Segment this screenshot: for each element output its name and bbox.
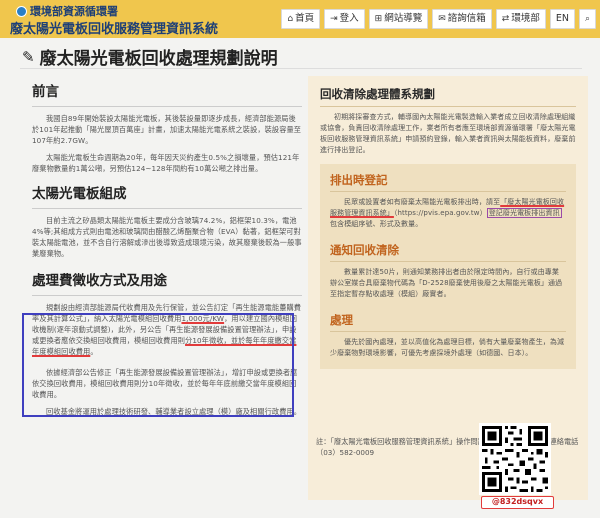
search-button[interactable]: ⌕ [578, 9, 596, 29]
page-title: ✎ 廢太陽光電板回收處理規劃說明 [22, 44, 278, 70]
register-discharge-link[interactable]: 登記廢光電板排出資訊 [486, 208, 562, 218]
nav-moenv-button[interactable]: ⇄ 環境部 [495, 9, 546, 29]
composition-heading: 太陽光電板組成 [32, 186, 127, 202]
agency-logo-icon [16, 5, 27, 17]
preface-divider [32, 106, 302, 107]
qr-handle-badge: @832dsqvx [481, 496, 554, 509]
nav-login-button[interactable]: ⇥ 登入 [324, 9, 365, 29]
qr-code-icon [479, 423, 551, 495]
nav-mailbox-button[interactable]: ✉ 諮詢信箱 [432, 9, 492, 29]
notify-heading: 通知回收清除 [330, 243, 399, 257]
nav-mailbox-label: 諮詢信箱 [447, 13, 486, 24]
registration-paragraph: 民眾或設置者如有廢棄太陽能光電板排出時，請至「廢太陽光電板回收服務管理資訊系統」… [330, 197, 566, 230]
fee-heading: 處理費徵收方式及用途 [32, 273, 167, 289]
link-icon: ⇄ [501, 14, 510, 24]
preface-paragraph-2: 太陽能光電板生命週期為20年，每年因天災約產生0.5%之損壞量，預估121年廢棄… [32, 153, 300, 173]
nav-login-label: 登入 [339, 13, 359, 24]
nav-sitemap-button[interactable]: ⊞ 網站導覽 [368, 9, 429, 29]
top-nav: ⌂ 首頁 ⇥ 登入 ⊞ 網站導覽 ✉ 諮詢信箱 ⇄ 環境部 EN ⌕ [281, 9, 596, 29]
recycling-system-heading: 回收清除處理體系規劃 [320, 87, 435, 101]
registration-url[interactable]: （https://pvis.epa.gov.tw） [394, 209, 487, 217]
process-steps-box: 排出時登記 民眾或設置者如有廢棄太陽能光電板排出時，請至「廢太陽光電板回收服務管… [320, 164, 576, 369]
preface-heading: 前言 [32, 84, 59, 100]
chat-icon: ✉ [438, 14, 446, 24]
recycling-system-intro: 初期將採審查方式，輔導國內太陽能光電製造輸入業者成立回收清除處理組織或協會，負責… [320, 113, 576, 154]
language-en-button[interactable]: EN [549, 9, 575, 29]
processing-heading: 處理 [330, 313, 353, 327]
site-header: 環境部資源循環署 廢太陽光電板回收服務管理資訊系統 ⌂ 首頁 ⇥ 登入 ⊞ 網站… [0, 0, 600, 38]
composition-divider [32, 208, 302, 209]
registration-heading: 排出時登記 [330, 173, 388, 187]
notify-paragraph: 數量累計達50片，則通知業務排出者由於限定時間內，自行或由專業辦公室媒合具廢棄物… [330, 268, 563, 298]
search-icon: ⌕ [584, 14, 590, 24]
composition-paragraph: 目前主流之矽晶類太陽能光電板主要成分含玻璃74.2%，鋁框架10.3%，電池4%… [32, 216, 302, 258]
processing-divider [330, 331, 566, 332]
agency-name: 環境部資源循環署 [30, 5, 118, 18]
home-icon: ⌂ [287, 14, 294, 24]
processing-paragraph: 優先於國內處理，並以高值化為處理目標，倘有大量廢棄物產生，為減少廢棄物對環境影響… [330, 338, 565, 357]
nav-home-button[interactable]: ⌂ 首頁 [281, 9, 321, 29]
nav-sitemap-label: 網站導覽 [384, 13, 423, 24]
title-divider [20, 68, 582, 69]
notify-divider [330, 261, 566, 262]
login-icon: ⇥ [330, 14, 338, 24]
nav-home-label: 首頁 [295, 13, 315, 24]
page-title-text: 廢太陽光電板回收處理規劃說明 [39, 49, 278, 69]
recycling-system-divider [320, 106, 576, 107]
pencil-icon: ✎ [22, 47, 35, 66]
registration-text-1: 民眾或設置者如有廢棄太陽能光電板排出時，請至 [344, 198, 501, 206]
language-en-label: EN [555, 13, 569, 24]
fee-divider [32, 295, 302, 296]
registration-text-2: 包含模組序號、形式及數量。 [330, 220, 423, 228]
fee-highlight-box [22, 313, 294, 417]
system-name[interactable]: 廢太陽光電板回收服務管理資訊系統 [10, 18, 218, 37]
agency-brand[interactable]: 環境部資源循環署 [16, 3, 118, 19]
sitemap-icon: ⊞ [374, 14, 383, 24]
nav-moenv-label: 環境部 [511, 13, 540, 24]
registration-divider [330, 191, 566, 192]
preface-paragraph-1: 我國自89年開始裝設太陽能光電板，其後裝設量即逐步成長，經濟部能源局後於101年… [32, 114, 302, 145]
